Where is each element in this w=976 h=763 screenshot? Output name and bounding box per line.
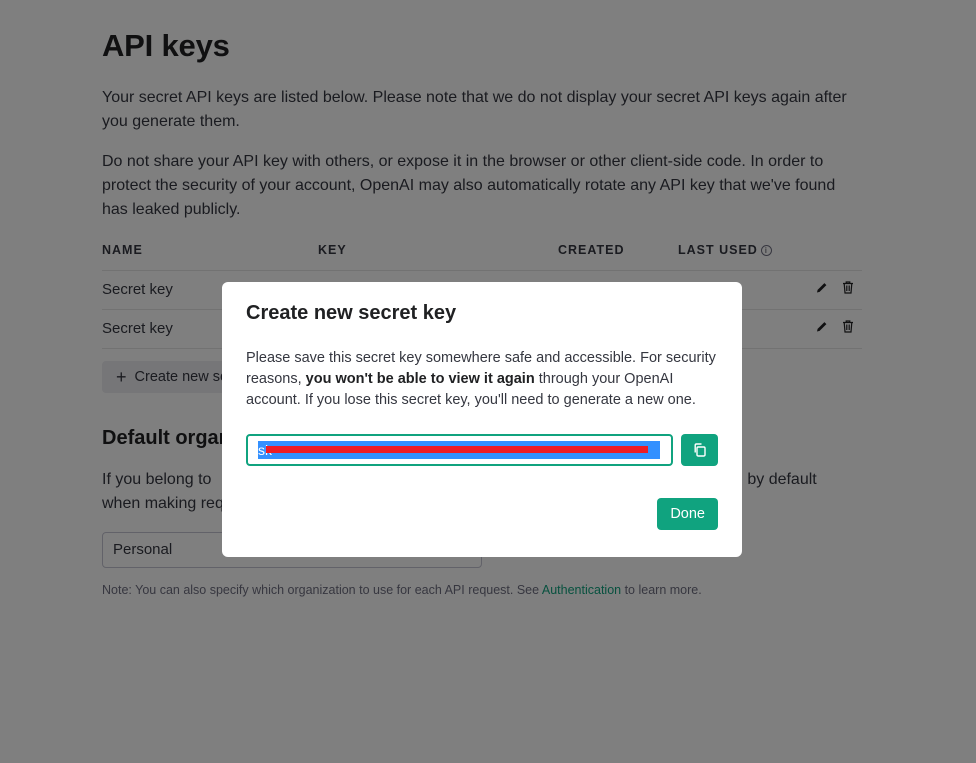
modal-title: Create new secret key: [246, 302, 457, 324]
modal-body: Please save this secret key somewhere sa…: [246, 348, 718, 411]
secret-key-selection[interactable]: sk-: [258, 441, 660, 459]
create-secret-key-modal: Create new secret key Please save this s…: [222, 282, 742, 557]
modal-body-bold: you won't be able to view it again: [305, 371, 535, 387]
modal-footer: Done: [246, 498, 718, 530]
copy-button[interactable]: [681, 434, 718, 466]
done-button[interactable]: Done: [657, 498, 718, 530]
secret-key-row: sk-: [246, 434, 718, 466]
redaction-bar: [266, 446, 648, 453]
secret-key-field[interactable]: sk-: [246, 434, 674, 466]
copy-icon: [694, 443, 706, 457]
